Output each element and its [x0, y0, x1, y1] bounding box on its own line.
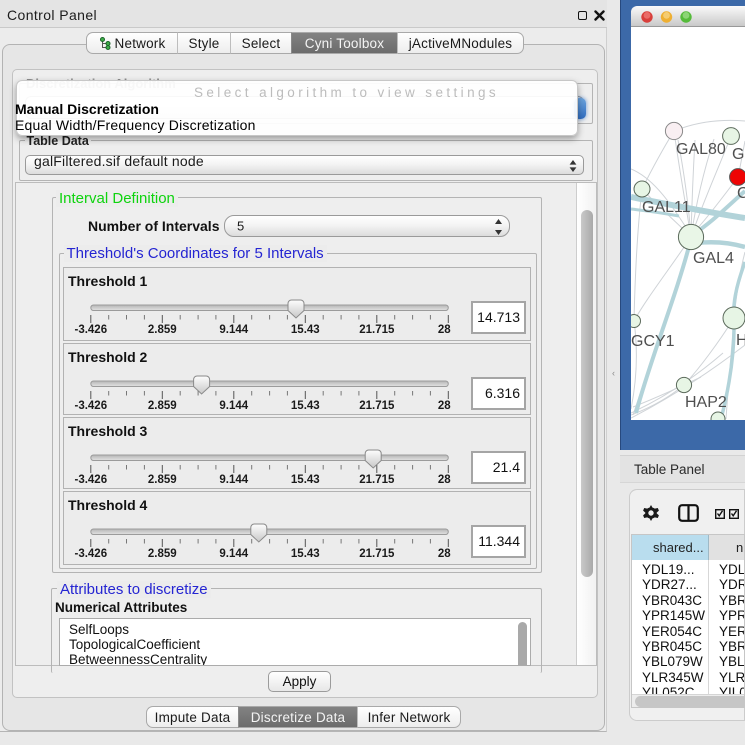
- svg-text:9.144: 9.144: [219, 474, 248, 486]
- svg-text:9.144: 9.144: [219, 548, 248, 560]
- svg-text:15.43: 15.43: [291, 474, 320, 486]
- svg-text:GAL11: GAL11: [642, 199, 691, 216]
- svg-text:21.715: 21.715: [359, 548, 395, 560]
- svg-text:G.: G.: [732, 146, 745, 163]
- svg-text:2.859: 2.859: [148, 324, 177, 336]
- svg-text:15.43: 15.43: [291, 548, 320, 560]
- svg-text:2.859: 2.859: [148, 400, 177, 412]
- svg-text:GCY1: GCY1: [631, 333, 675, 350]
- svg-text:-3.426: -3.426: [74, 400, 107, 412]
- svg-text:15.43: 15.43: [291, 324, 320, 336]
- svg-text:C: C: [737, 185, 745, 202]
- svg-text:H: H: [736, 332, 745, 349]
- svg-text:21.715: 21.715: [359, 324, 395, 336]
- svg-text:9.144: 9.144: [219, 400, 248, 412]
- svg-text:2.859: 2.859: [148, 474, 177, 486]
- svg-text:28: 28: [438, 324, 451, 336]
- svg-text:GAL80: GAL80: [676, 141, 726, 158]
- svg-text:-3.426: -3.426: [74, 324, 107, 336]
- svg-text:28: 28: [438, 548, 451, 560]
- svg-text:HAP2: HAP2: [685, 394, 727, 411]
- svg-text:GAL4: GAL4: [693, 250, 734, 267]
- svg-text:9.144: 9.144: [219, 324, 248, 336]
- svg-text:-3.426: -3.426: [74, 474, 107, 486]
- svg-text:21.715: 21.715: [359, 474, 395, 486]
- svg-text:-3.426: -3.426: [74, 548, 107, 560]
- svg-text:21.715: 21.715: [359, 400, 395, 412]
- svg-text:28: 28: [438, 400, 451, 412]
- svg-text:15.43: 15.43: [291, 400, 320, 412]
- svg-text:28: 28: [438, 474, 451, 486]
- svg-text:2.859: 2.859: [148, 548, 177, 560]
